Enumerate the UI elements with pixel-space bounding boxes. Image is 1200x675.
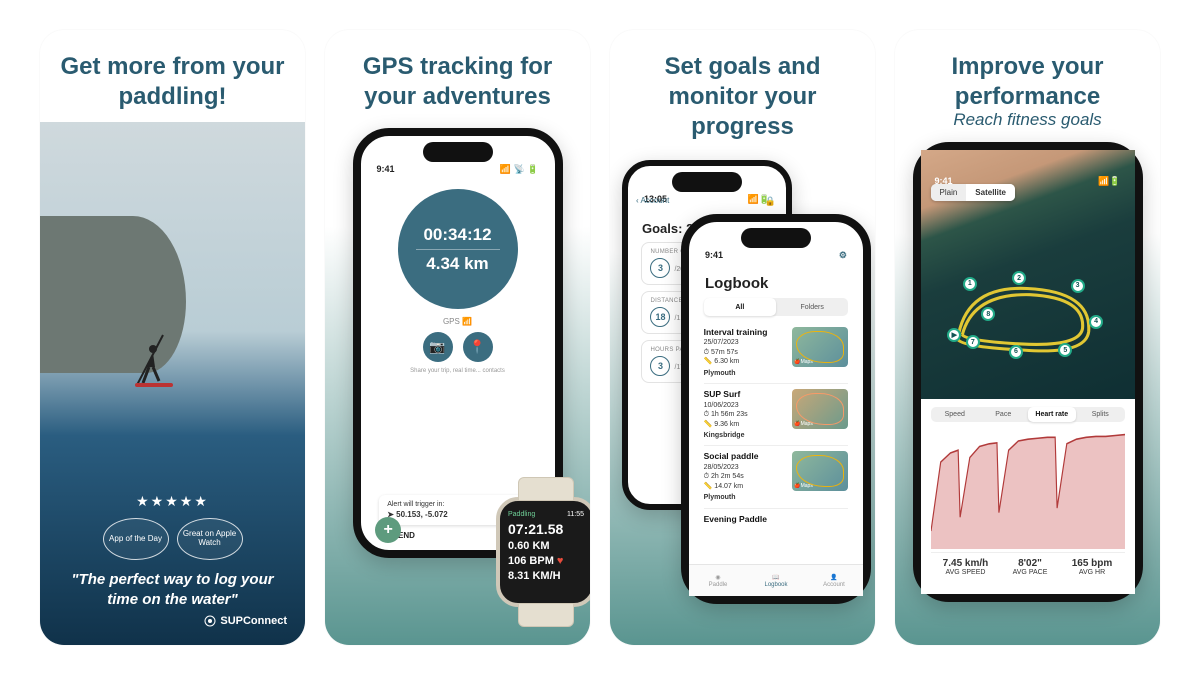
watch-heart-rate: 106 BPM ♥ xyxy=(508,555,584,567)
headline-3: Set goals and monitor your progress xyxy=(610,30,875,152)
watch-mockup: Paddling 11:55 07:21.58 0.60 KM 106 BPM … xyxy=(486,477,590,627)
lock-icon[interactable]: 🔒 xyxy=(765,196,776,207)
stat-avg-pace: 8'02"AVG PACE xyxy=(1013,558,1048,576)
logbook-title: Logbook xyxy=(705,275,768,292)
watch-speed: 8.31 KM/H xyxy=(508,570,584,582)
log-text: Evening Paddle xyxy=(704,514,849,525)
headline-4: Improve your performance xyxy=(895,30,1160,114)
tab-pace[interactable]: Pace xyxy=(979,407,1028,422)
waypoint: 3 xyxy=(1071,279,1085,293)
account-icon: 👤 xyxy=(830,574,837,581)
badge-app-of-day: App of the Day xyxy=(103,518,169,560)
log-entry[interactable]: Evening Paddle xyxy=(704,509,849,530)
log-map-thumb: 🍎Maps xyxy=(792,451,848,491)
status-bar: 9:41 📶🔋 xyxy=(921,176,1135,187)
share-hint: Share your trip, real time... contacts xyxy=(410,368,505,375)
award-badges: App of the Day Great on Apple Watch xyxy=(103,518,243,560)
status-time: 9:41 xyxy=(935,176,953,187)
goal-value: 3 xyxy=(650,258,670,278)
tab-speed[interactable]: Speed xyxy=(931,407,980,422)
heart-rate-chart xyxy=(931,430,1125,549)
status-bar: 9:41 📶 📡 🔋 xyxy=(371,164,545,175)
status-time: 9:41 xyxy=(705,250,723,261)
waypoint: 4 xyxy=(1089,315,1103,329)
log-entry[interactable]: SUP Surf10/06/2023⏱ 1h 56m 23s📏 9.36 kmK… xyxy=(704,384,849,446)
phone-mockup-logbook: 9:41 ⚙ Logbook All Folders Interval train… xyxy=(681,214,871,604)
tab-splits[interactable]: Splits xyxy=(1076,407,1125,422)
location-button[interactable]: 📍 xyxy=(463,332,493,362)
subheadline-4: Reach fitness goals xyxy=(953,110,1101,130)
tab-folders[interactable]: Folders xyxy=(776,298,848,316)
nav-paddle[interactable]: ◉Paddle xyxy=(689,565,747,596)
settings-icon[interactable]: ⚙ xyxy=(839,250,847,261)
promo-panel-3: Set goals and monitor your progress 13:0… xyxy=(610,30,875,645)
review-quote: "The perfect way to log your time on the… xyxy=(58,570,287,609)
action-buttons-row: 📷 📍 xyxy=(423,332,493,362)
attribution-text: SUPConnect xyxy=(220,615,287,627)
elapsed-time: 00:34:12 xyxy=(423,225,491,245)
logbook-tabs[interactable]: All Folders xyxy=(704,298,849,316)
star-rating: ★★★★★ xyxy=(136,493,209,510)
status-indicators: 📶 📡 🔋 xyxy=(500,164,539,175)
chart-panel: Speed Pace Heart rate Splits 7.45 km/hAV… xyxy=(921,399,1135,594)
panel-3-body: 13:05📶🔋 ‹ Account 🔒 Goals: 2024 NUMBER O… xyxy=(610,152,875,645)
heart-icon: ♥ xyxy=(557,555,564,567)
logo-icon xyxy=(204,615,216,627)
logbook-icon: 📖 xyxy=(772,574,779,581)
headline-2: GPS tracking for your adventures xyxy=(325,30,590,122)
stat-avg-speed: 7.45 km/hAVG SPEED xyxy=(943,558,989,576)
promo-panel-2: GPS tracking for your adventures 9:41 📶 … xyxy=(325,30,590,645)
logbook-screen: 9:41 ⚙ Logbook All Folders Interval train… xyxy=(689,222,863,596)
paddle-icon: ◉ xyxy=(715,574,720,581)
goal-value: 18 xyxy=(650,307,670,327)
promo-panel-1: Get more from your paddling! ★★★★★ App o… xyxy=(40,30,305,645)
waypoint: 6 xyxy=(1009,345,1023,359)
log-text: Interval training25/07/2023⏱ 57m 57s📏 6.… xyxy=(704,327,787,378)
log-entry[interactable]: Interval training25/07/2023⏱ 57m 57s📏 6.… xyxy=(704,322,849,384)
watch-activity-label: Paddling xyxy=(508,511,535,518)
log-map-thumb: 🍎Maps xyxy=(792,389,848,429)
nav-account[interactable]: 👤Account xyxy=(805,565,863,596)
status-indicators: 📶🔋 xyxy=(1098,176,1120,187)
camera-button[interactable]: 📷 xyxy=(423,332,453,362)
badge-apple-watch: Great on Apple Watch xyxy=(177,518,243,560)
nav-logbook[interactable]: 📖Logbook xyxy=(747,565,805,596)
satellite-map[interactable]: Plain Satellite ▶ 1 2 3 4 5 6 7 8 xyxy=(921,150,1135,399)
tab-heart-rate[interactable]: Heart rate xyxy=(1028,407,1077,422)
log-text: Social paddle28/05/2023⏱ 2h 2m 54s📏 14.0… xyxy=(704,451,787,502)
quote-attribution: SUPConnect xyxy=(204,615,287,627)
back-button[interactable]: ‹ Account xyxy=(636,196,669,205)
watch-distance: 0.60 KM xyxy=(508,540,584,552)
bottom-nav: ◉Paddle 📖Logbook 👤Account xyxy=(689,564,863,596)
status-time: 9:41 xyxy=(377,164,395,175)
watch-elapsed: 07:21.58 xyxy=(508,521,584,537)
status-bar: 9:41 ⚙ xyxy=(699,250,853,261)
waypoint: 1 xyxy=(963,277,977,291)
panel-2-body: 9:41 📶 📡 🔋 00:34:12 4.34 km GPS 📶 📷 📍 Sh… xyxy=(325,122,590,645)
watch-clock: 11:55 xyxy=(567,511,584,518)
phone-mockup-performance: 9:41📶🔋 Plain Satellite ▶ 1 2 3 4 5 xyxy=(913,142,1143,602)
distance-value: 4.34 km xyxy=(416,249,500,274)
panel-4-body: 9:41📶🔋 Plain Satellite ▶ 1 2 3 4 5 xyxy=(895,130,1160,645)
hero-photo: ★★★★★ App of the Day Great on Apple Watc… xyxy=(40,122,305,645)
promo-panel-4: Improve your performance Reach fitness g… xyxy=(895,30,1160,645)
gps-track: ▶ 1 2 3 4 5 6 7 8 xyxy=(950,269,1104,363)
chart-tabs[interactable]: Speed Pace Heart rate Splits xyxy=(931,407,1125,422)
gps-label: GPS 📶 xyxy=(443,317,472,326)
log-map-thumb: 🍎Maps xyxy=(792,327,848,367)
log-text: SUP Surf10/06/2023⏱ 1h 56m 23s📏 9.36 kmK… xyxy=(704,389,787,440)
headline-1: Get more from your paddling! xyxy=(40,30,305,122)
stat-avg-hr: 165 bpmAVG HR xyxy=(1072,558,1113,576)
goal-value: 3 xyxy=(650,356,670,376)
tab-all[interactable]: All xyxy=(704,298,776,316)
activity-stat-circle[interactable]: 00:34:12 4.34 km xyxy=(398,189,518,309)
watch-screen: Paddling 11:55 07:21.58 0.60 KM 106 BPM … xyxy=(496,497,590,607)
performance-screen: 9:41📶🔋 Plain Satellite ▶ 1 2 3 4 5 xyxy=(921,150,1135,594)
paddler-figure xyxy=(133,331,173,391)
summary-stats: 7.45 km/hAVG SPEED 8'02"AVG PACE 165 bpm… xyxy=(931,552,1125,576)
log-entry[interactable]: Social paddle28/05/2023⏱ 2h 2m 54s📏 14.0… xyxy=(704,446,849,508)
